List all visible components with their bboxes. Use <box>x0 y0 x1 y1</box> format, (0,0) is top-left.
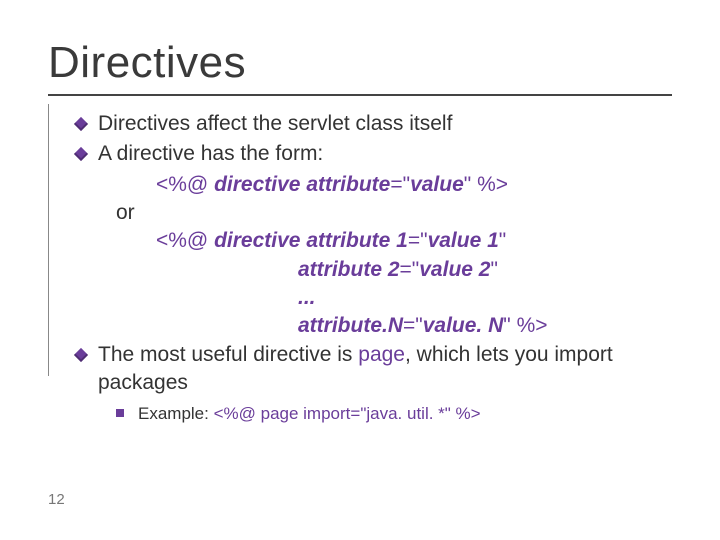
or-text: or <box>76 199 672 227</box>
bullet-item: Directives affect the servlet class itse… <box>76 110 672 138</box>
square-icon <box>116 409 124 417</box>
code-attribute2: attribute 2 <box>298 258 400 281</box>
code-open: <%@ <box>156 173 214 196</box>
code-dots: ... <box>298 286 316 309</box>
code-close: %> <box>471 173 508 196</box>
code-close: %> <box>511 314 548 337</box>
code-value: value <box>410 173 464 196</box>
code-value1: value 1 <box>428 229 499 252</box>
code-line: <%@ directive attribute 1="value 1" <box>76 227 672 255</box>
bullet-item: The most useful directive is page, which… <box>76 341 672 398</box>
title-underline: Directives <box>48 38 672 96</box>
example-code: <%@ page import="java. util. *" %> <box>214 404 481 423</box>
example-label: Example: <box>138 404 214 423</box>
code-line: <%@ directive attribute="value" %> <box>76 171 672 199</box>
code-quote: " <box>420 229 427 252</box>
code-eq: = <box>400 258 412 281</box>
slide-content: Directives affect the servlet class itse… <box>48 110 672 426</box>
code-attribute: attribute <box>306 173 390 196</box>
code-attributeN: attribute.N <box>298 314 403 337</box>
code-line: attribute 2="value 2" <box>76 256 672 284</box>
code-quote: " <box>503 314 510 337</box>
code-valueN: value. N <box>423 314 504 337</box>
bullet-text: Directives affect the servlet class itse… <box>98 112 452 135</box>
slide-title: Directives <box>48 38 672 88</box>
bullet-text: A directive has the form: <box>98 142 323 165</box>
bullet-item: A directive has the form: <box>76 140 672 168</box>
code-eq: = <box>390 173 402 196</box>
code-attribute1: attribute 1 <box>306 229 408 252</box>
code-quote: " <box>499 229 506 252</box>
code-line: attribute.N="value. N" %> <box>76 312 672 340</box>
code-quote: " <box>415 314 422 337</box>
code-quote: " <box>403 173 410 196</box>
code-directive: directive <box>214 173 300 196</box>
code-eq: = <box>408 229 420 252</box>
code-open: <%@ <box>156 229 214 252</box>
code-value2: value 2 <box>419 258 490 281</box>
slide: Directives Directives affect the servlet… <box>0 0 720 540</box>
code-line: ... <box>76 284 672 312</box>
code-directive: directive <box>214 229 300 252</box>
sub-bullet: Example: <%@ page import="java. util. *"… <box>76 403 672 426</box>
code-quote: " <box>490 258 497 281</box>
bullet-text-pre: The most useful directive is <box>98 343 358 366</box>
page-keyword: page <box>358 343 405 366</box>
code-eq: = <box>403 314 415 337</box>
page-number: 12 <box>48 491 65 508</box>
